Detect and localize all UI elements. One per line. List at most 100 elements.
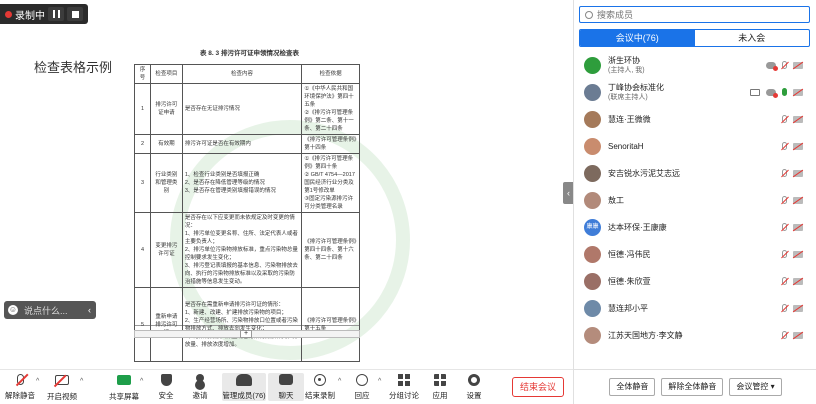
chat-prompt[interactable]: ☺ 说点什么... ‹ — [4, 301, 96, 319]
camera-off-icon[interactable] — [793, 169, 803, 177]
meeting-control-button[interactable]: 会议管控 ▾ — [729, 378, 782, 396]
reaction-button[interactable]: 回应 — [344, 373, 380, 401]
chevron-left-icon[interactable]: ‹ — [88, 305, 91, 315]
start-video-label: 开启视频 — [47, 392, 77, 401]
microphone-icon[interactable] — [782, 88, 787, 96]
chat-button[interactable]: 聊天 — [268, 373, 304, 401]
end-recording-button[interactable]: 结束录制 — [302, 373, 338, 401]
share-screen-button[interactable]: 共享屏幕 — [106, 373, 142, 402]
camera-off-icon[interactable] — [793, 331, 803, 339]
shield-icon — [160, 374, 172, 386]
participant-row[interactable]: 江苏天国地方·李文静 — [574, 322, 816, 349]
microphone-muted-icon[interactable] — [782, 169, 787, 177]
chat-label: 聊天 — [278, 391, 294, 400]
cell-content: 1、检查行业类别是否填报正确 2、是否存在降低管理等级的情况 3、是否存在管理类… — [181, 153, 303, 213]
manage-members-button[interactable]: 管理成员(76) — [222, 373, 266, 401]
unmute-button[interactable]: 解除静音 — [2, 373, 38, 401]
tab-in-meeting[interactable]: 会议中(76) — [580, 30, 695, 46]
chevron-up-icon[interactable]: ^ — [338, 378, 341, 385]
collapse-sidebar-button[interactable]: ‹ — [563, 182, 573, 204]
microphone-muted-icon[interactable] — [782, 277, 787, 285]
participant-row[interactable]: 丁峰协会标准化 (联席主持人) — [574, 79, 816, 106]
camera-off-icon[interactable] — [793, 88, 803, 96]
camera-off-icon[interactable] — [793, 142, 803, 150]
microphone-muted-icon[interactable] — [782, 304, 787, 312]
cell-content: 是否存在需重新申请排污许可证的情形： 1、新建、改建、扩建排放污染物的项目； 2… — [181, 287, 303, 362]
camera-off-icon[interactable] — [793, 277, 803, 285]
camera-off-icon[interactable] — [793, 61, 803, 69]
chat-icon — [279, 374, 293, 385]
cell-basis: 《排污许可管理条例》第十五条 — [301, 287, 360, 362]
microphone-muted-icon[interactable] — [782, 196, 787, 204]
camera-off-icon[interactable] — [793, 304, 803, 312]
participant-row[interactable]: 敖工 — [574, 187, 816, 214]
invite-button[interactable]: 邀请 — [182, 373, 218, 401]
participant-name: 恒德·朱欣萱 — [608, 277, 651, 286]
participant-row[interactable]: 安吉锐水污泥艾志远 — [574, 160, 816, 187]
unmute-all-button[interactable]: 解除全体静音 — [661, 378, 724, 396]
chevron-up-icon[interactable]: ^ — [140, 378, 143, 385]
participant-row[interactable]: SenoritaH — [574, 133, 816, 160]
pause-recording-button[interactable] — [48, 7, 64, 21]
participant-name: 安吉锐水污泥艾志远 — [608, 169, 680, 178]
microphone-muted-icon[interactable] — [782, 142, 787, 150]
security-button[interactable]: 安全 — [148, 373, 184, 401]
microphone-muted-icon[interactable] — [782, 331, 787, 339]
microphone-muted-icon[interactable] — [782, 250, 787, 258]
participant-row[interactable]: 浙生环协 (主持人, 我) — [574, 52, 816, 79]
microphone-muted-icon[interactable] — [782, 115, 787, 123]
avatar — [584, 246, 601, 263]
apps-button[interactable]: 应用 — [422, 373, 458, 401]
search-input[interactable] — [597, 9, 797, 20]
participant-name: 慧连邦小平 — [608, 304, 648, 313]
people-icon — [236, 374, 252, 386]
camera-off-icon[interactable] — [793, 115, 803, 123]
stop-recording-button[interactable] — [67, 7, 83, 21]
page-title: 检查表格示例 — [34, 60, 113, 75]
chevron-up-icon[interactable]: ^ — [36, 378, 39, 385]
breakout-button[interactable]: 分组讨论 — [386, 373, 422, 401]
participant-row[interactable]: 恒德·朱欣萱 — [574, 268, 816, 295]
participant-name: 慧连·王微微 — [608, 115, 651, 124]
camera-off-icon[interactable] — [793, 250, 803, 258]
tab-not-joined[interactable]: 未入会 — [695, 30, 810, 46]
add-page-icon[interactable]: + — [240, 330, 252, 338]
microphone-muted-icon[interactable] — [782, 223, 787, 231]
camera-off-icon[interactable] — [793, 223, 803, 231]
header-content: 检查内容 — [181, 64, 303, 84]
end-meeting-button[interactable]: 结束会议 — [512, 377, 564, 397]
start-video-button[interactable]: 开启视频 — [44, 373, 80, 402]
participant-row[interactable]: 康康 达本环保·王康康 — [574, 214, 816, 241]
header-item: 检查项目 — [149, 64, 183, 84]
share-screen-label: 共享屏幕 — [109, 392, 139, 401]
unmute-label: 解除静音 — [5, 391, 35, 400]
participant-row[interactable]: 恒德·冯伟民 — [574, 241, 816, 268]
record-icon — [314, 374, 326, 386]
participant-name: 丁峰协会标准化 — [608, 83, 664, 92]
settings-button[interactable]: 设置 — [456, 373, 492, 401]
participant-name: 江苏天国地方·李文静 — [608, 331, 683, 340]
cell-basis: 《排污许可管理条例》第四十四条、第十六条、第二十四条 — [301, 212, 360, 288]
avatar — [584, 273, 601, 290]
cell-content: 是否存在以下应变更而未依规定及时变更的情况： 1、排污单位变更名称、住所、法定代… — [181, 212, 303, 288]
participant-row[interactable]: 慧连邦小平 — [574, 295, 816, 322]
table-header-row: 序号 检查项目 检查内容 检查依据 — [134, 64, 360, 84]
breakout-label: 分组讨论 — [389, 391, 419, 400]
avatar — [584, 165, 601, 182]
page-scroll-strip[interactable]: + — [134, 330, 360, 338]
smile-icon — [356, 374, 368, 386]
chevron-up-icon[interactable]: ^ — [80, 378, 83, 385]
cell-basis: ①《排污许可管理条例》第四十条 ② GB/T 4754—2017 国民经济行业分… — [301, 153, 360, 213]
microphone-muted-icon[interactable] — [782, 61, 787, 69]
header-basis: 检查依据 — [301, 64, 360, 84]
avatar — [584, 57, 601, 74]
end-recording-label: 结束录制 — [305, 391, 335, 400]
cell-no: 5 — [134, 287, 151, 362]
security-label: 安全 — [158, 391, 174, 400]
participant-row[interactable]: 慧连·王微微 — [574, 106, 816, 133]
share-screen-icon — [117, 375, 131, 385]
search-box[interactable] — [579, 6, 810, 23]
mute-all-button[interactable]: 全体静音 — [609, 378, 656, 396]
chevron-up-icon[interactable]: ^ — [378, 378, 381, 385]
camera-off-icon[interactable] — [793, 196, 803, 204]
